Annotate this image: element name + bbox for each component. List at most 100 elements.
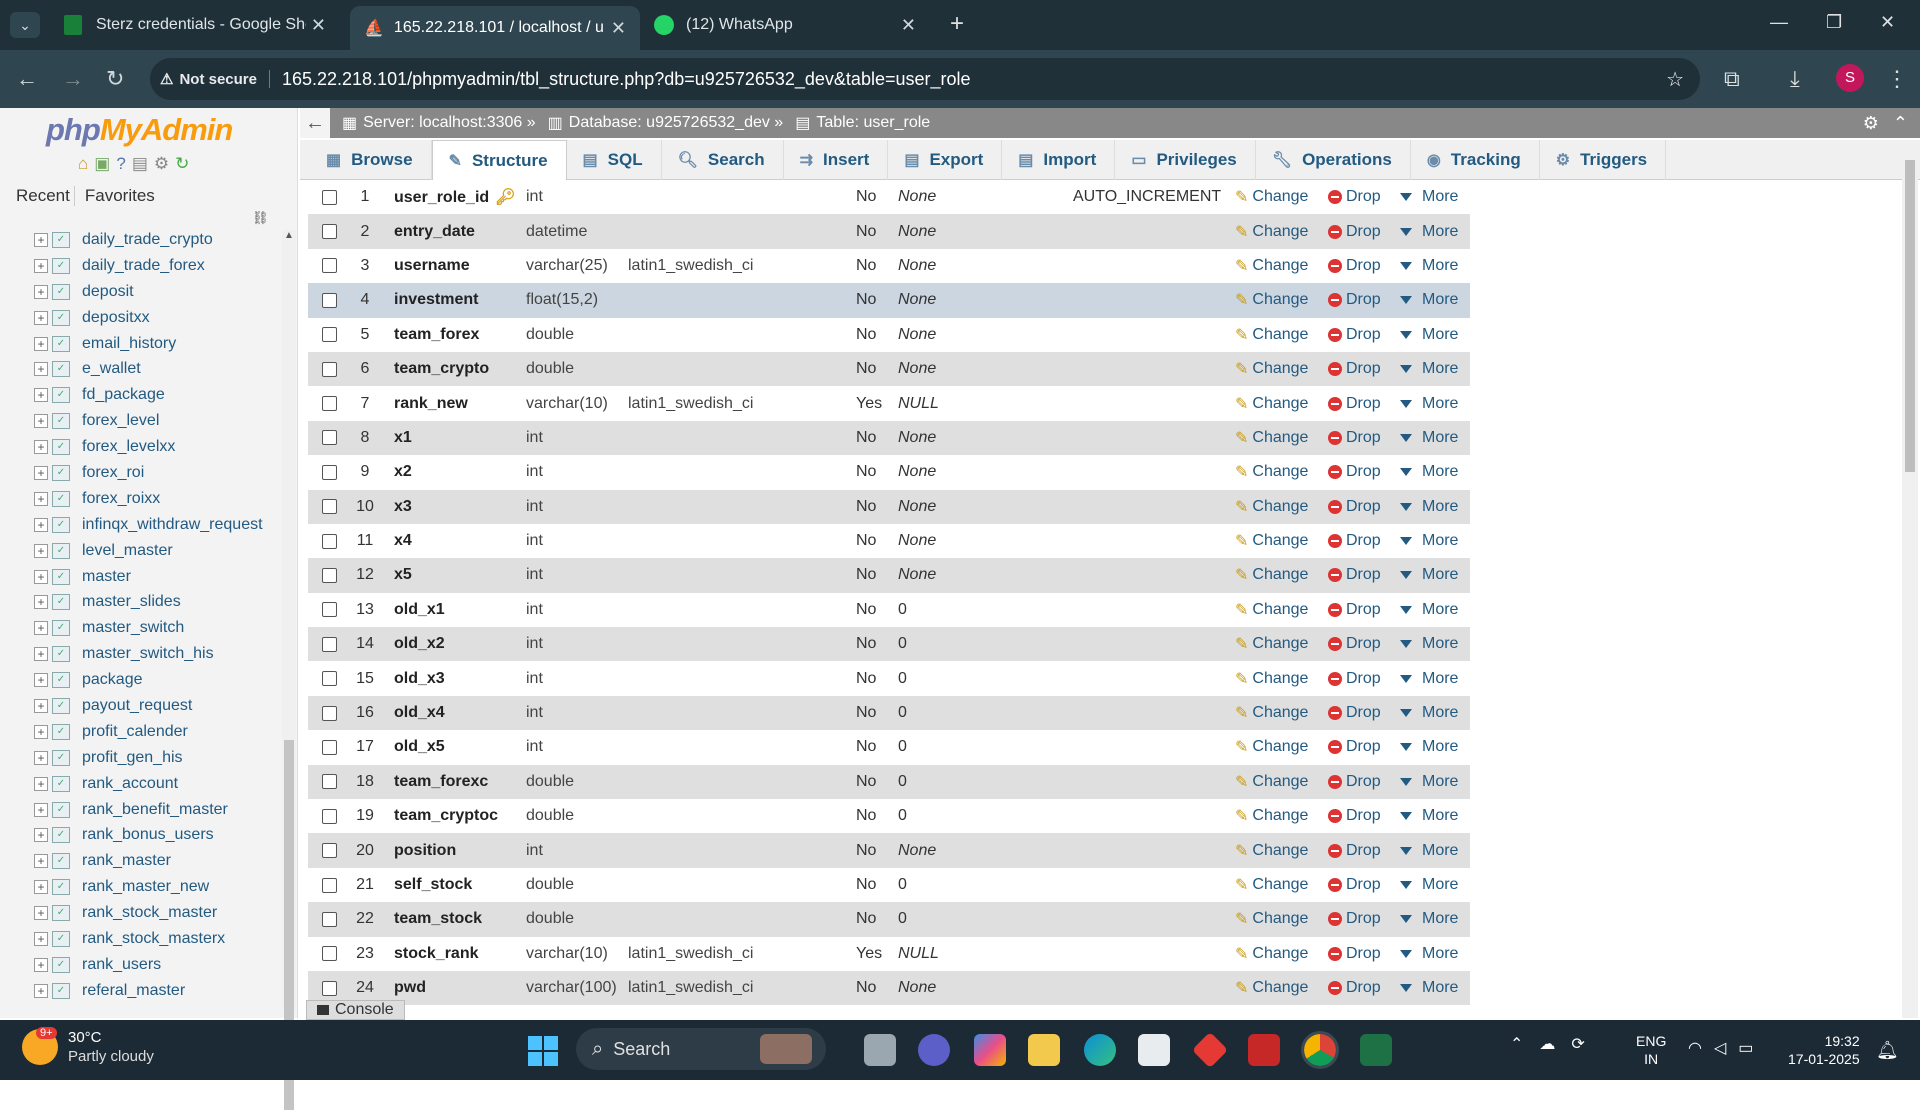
nav-table-label[interactable]: payout_request <box>82 697 192 715</box>
nav-table-item[interactable]: + ✓ forex_level <box>34 408 284 434</box>
drop-link[interactable]: Drop <box>1328 395 1381 413</box>
row-checkbox[interactable] <box>322 224 337 240</box>
table-structure-icon[interactable]: ✓ <box>52 853 70 870</box>
change-link[interactable]: ✎ Change <box>1235 600 1308 620</box>
table-structure-icon[interactable]: ✓ <box>52 620 70 637</box>
nav-table-label[interactable]: rank_master <box>82 852 171 870</box>
change-link[interactable]: ✎ Change <box>1235 428 1308 448</box>
back-arrow-icon[interactable]: ← <box>16 66 38 92</box>
row-checkbox[interactable] <box>322 499 337 515</box>
nav-table-item[interactable]: + ✓ payout_request <box>34 693 284 719</box>
drop-link[interactable]: Drop <box>1328 188 1381 206</box>
table-row[interactable]: 20 position int No None ✎ Change Drop Mor… <box>308 833 1470 868</box>
sync-icon[interactable]: ⟳ <box>1571 1034 1584 1054</box>
table-row[interactable]: 10 x3 int No None ✎ Change Drop More <box>308 489 1470 524</box>
more-dropdown[interactable]: More <box>1400 188 1458 206</box>
drop-link[interactable]: Drop <box>1328 532 1381 550</box>
more-dropdown[interactable]: More <box>1400 773 1458 791</box>
restore-icon[interactable]: ❐ <box>1826 12 1842 33</box>
nav-table-label[interactable]: rank_account <box>82 775 178 793</box>
main-scrollbar[interactable] <box>1902 160 1918 1018</box>
expand-icon[interactable]: + <box>34 414 48 429</box>
more-dropdown[interactable]: More <box>1400 566 1458 584</box>
expand-icon[interactable]: + <box>34 491 48 506</box>
tab-insert[interactable]: ⇉ Insert <box>784 140 889 180</box>
more-dropdown[interactable]: More <box>1400 807 1458 825</box>
nav-table-item[interactable]: + ✓ infinqx_withdraw_request <box>34 512 284 538</box>
expand-icon[interactable]: + <box>34 388 48 403</box>
taskbar-search[interactable]: ⌕ Search <box>576 1028 826 1070</box>
table-row[interactable]: 1 user_role_id 🔑︎ int No None AUTO_INCREM… <box>308 180 1470 215</box>
drop-link[interactable]: Drop <box>1328 257 1381 275</box>
table-row[interactable]: 16 old_x4 int No 0 ✎ Change Drop More <box>308 695 1470 731</box>
more-dropdown[interactable]: More <box>1400 601 1458 619</box>
nav-table-item[interactable]: + ✓ master_switch <box>34 615 284 641</box>
change-link[interactable]: ✎ Change <box>1235 669 1308 689</box>
bookmark-star-icon[interactable]: ☆ <box>1666 67 1684 92</box>
table-row[interactable]: 18 team_forexc double No 0 ✎ Change Drop … <box>308 764 1470 800</box>
more-dropdown[interactable]: More <box>1400 945 1458 963</box>
profile-avatar[interactable]: S <box>1836 64 1864 92</box>
drop-link[interactable]: Drop <box>1328 566 1381 584</box>
expand-icon[interactable]: + <box>34 284 48 299</box>
expand-icon[interactable]: + <box>34 906 48 921</box>
breadcrumb-server[interactable]: Server: localhost:3306 » <box>363 114 536 132</box>
table-structure-icon[interactable]: ✓ <box>52 594 70 611</box>
more-dropdown[interactable]: More <box>1400 463 1458 481</box>
table-structure-icon[interactable]: ✓ <box>52 672 70 689</box>
drop-link[interactable]: Drop <box>1328 773 1381 791</box>
table-structure-icon[interactable]: ✓ <box>52 646 70 663</box>
table-structure-icon[interactable]: ✓ <box>52 464 70 481</box>
tab-search[interactable]: 🔍︎ Search <box>662 140 784 180</box>
row-checkbox[interactable] <box>322 774 337 790</box>
table-row[interactable]: 3 username varchar(25) latin1_swedish_ci… <box>308 248 1470 284</box>
language-indicator[interactable]: ENG IN <box>1636 1032 1666 1068</box>
link-icon[interactable]: ⛓ <box>252 210 269 226</box>
expand-icon[interactable]: + <box>34 880 48 895</box>
change-link[interactable]: ✎ Change <box>1235 222 1308 242</box>
row-checkbox[interactable] <box>322 430 337 446</box>
nav-table-label[interactable]: master_switch_his <box>82 645 214 663</box>
nav-table-item[interactable]: + ✓ rank_stock_masterx <box>34 926 284 952</box>
more-dropdown[interactable]: More <box>1400 979 1458 997</box>
change-link[interactable]: ✎ Change <box>1235 497 1308 517</box>
row-checkbox[interactable] <box>322 911 337 927</box>
expand-icon[interactable]: + <box>34 776 48 791</box>
row-checkbox[interactable] <box>322 602 337 618</box>
nav-table-item[interactable]: + ✓ profit_gen_his <box>34 745 284 771</box>
nav-table-item[interactable]: + ✓ daily_trade_forex <box>34 253 284 279</box>
change-link[interactable]: ✎ Change <box>1235 944 1308 964</box>
tab-triggers[interactable]: ⚙ Triggers <box>1540 140 1667 180</box>
nav-table-item[interactable]: + ✓ rank_account <box>34 771 284 797</box>
more-dropdown[interactable]: More <box>1400 223 1458 241</box>
expand-icon[interactable]: + <box>34 854 48 869</box>
row-checkbox[interactable] <box>322 189 337 205</box>
table-structure-icon[interactable]: ✓ <box>52 827 70 844</box>
change-link[interactable]: ✎ Change <box>1235 394 1308 414</box>
table-structure-icon[interactable]: ✓ <box>52 335 70 352</box>
table-structure-icon[interactable]: ✓ <box>52 231 70 248</box>
change-link[interactable]: ✎ Change <box>1235 462 1308 482</box>
table-structure-icon[interactable]: ✓ <box>52 257 70 274</box>
drop-link[interactable]: Drop <box>1328 601 1381 619</box>
row-checkbox[interactable] <box>322 739 337 755</box>
tab-structure[interactable]: ✎ Structure <box>431 140 567 180</box>
row-checkbox[interactable] <box>322 808 337 824</box>
address-bar[interactable]: ⚠ Not secure 165.22.218.101/phpmyadmin/t… <box>150 58 1700 100</box>
close-icon[interactable]: ✕ <box>901 15 916 36</box>
nav-table-label[interactable]: rank_bonus_users <box>82 826 214 844</box>
nav-table-label[interactable]: deposit <box>82 283 134 301</box>
drop-link[interactable]: Drop <box>1328 842 1381 860</box>
row-checkbox[interactable] <box>322 980 337 996</box>
quick-settings[interactable]: ◠ ◁ ▭ <box>1688 1038 1753 1058</box>
row-checkbox[interactable] <box>322 877 337 893</box>
row-checkbox[interactable] <box>322 567 337 583</box>
more-dropdown[interactable]: More <box>1400 876 1458 894</box>
nav-table-item[interactable]: + ✓ rank_stock_master <box>34 900 284 926</box>
nav-table-label[interactable]: rank_users <box>82 956 161 974</box>
drop-link[interactable]: Drop <box>1328 635 1381 653</box>
gear-icon[interactable]: ⚙ <box>154 154 169 174</box>
change-link[interactable]: ✎ Change <box>1235 531 1308 551</box>
download-icon[interactable]: ⤓ <box>1790 66 1800 92</box>
expand-icon[interactable]: + <box>34 647 48 662</box>
